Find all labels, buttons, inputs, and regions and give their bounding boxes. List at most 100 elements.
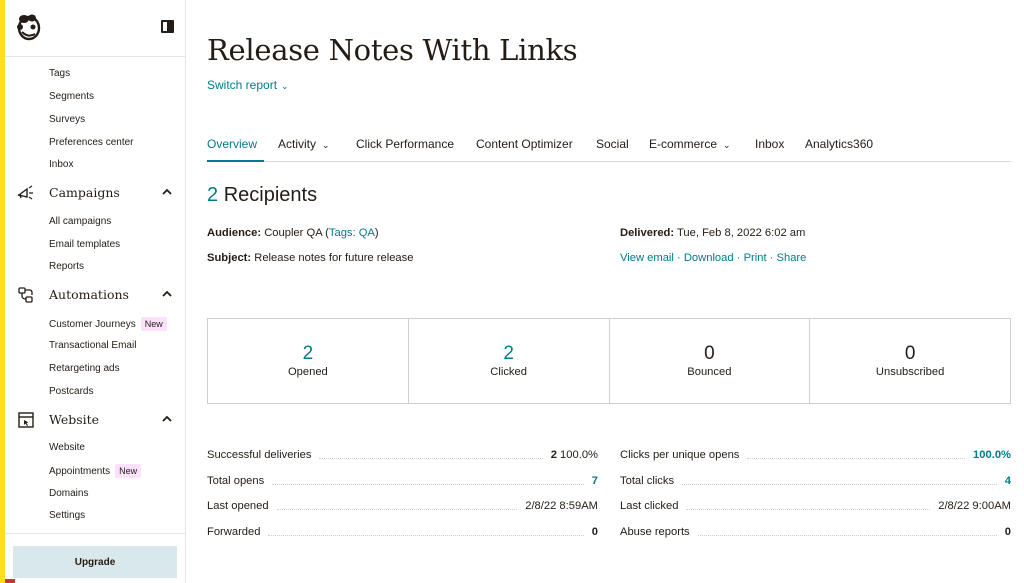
detail-label: Total clicks (620, 475, 675, 487)
new-badge: New (140, 317, 167, 331)
dotted-leader (747, 457, 966, 459)
chevron-down-icon: ⌄ (322, 140, 330, 150)
audience-label: Audience: (207, 227, 262, 239)
sidebar-item-domains[interactable]: Domains (49, 487, 88, 501)
stat-value: 0 (904, 343, 916, 364)
sidebar-item-label: Appointments (49, 466, 111, 477)
detail-label: Last clicked (620, 500, 679, 512)
sidebar-item-preferences-center[interactable]: Preferences center (49, 136, 134, 150)
tab-label: Click Performance (356, 137, 455, 151)
sidebar-divider (5, 533, 185, 534)
sidebar-item-transactional-email[interactable]: Transactional Email (49, 339, 136, 353)
upgrade-button[interactable]: Upgrade (13, 546, 177, 578)
stat-bounced: 0 Bounced (610, 319, 811, 403)
panel-toggle-icon[interactable] (161, 20, 174, 33)
share-link[interactable]: Share (777, 252, 807, 264)
sidebar-section-website[interactable]: Website (5, 408, 185, 432)
tab-e-commerce[interactable]: E-commerce ⌄ (649, 137, 731, 159)
sidebar-item-email-templates[interactable]: Email templates (49, 238, 120, 252)
dotted-leader (276, 508, 518, 510)
link-separator: · (673, 252, 684, 264)
tab-inbox[interactable]: Inbox (755, 137, 784, 159)
dotted-leader (272, 483, 584, 485)
switch-report-dropdown[interactable]: Switch report ⌄ (207, 78, 289, 92)
recipients-label: Recipients (223, 184, 318, 206)
mailchimp-logo-icon[interactable] (15, 12, 43, 42)
stat-clicked[interactable]: 2 Clicked (409, 319, 610, 403)
subject-value: Release notes for future release (254, 252, 414, 264)
sidebar-section-automations[interactable]: Automations (5, 283, 185, 307)
sidebar-item-inbox[interactable]: Inbox (49, 158, 73, 172)
link-separator: · (733, 252, 744, 264)
dotted-leader (686, 508, 931, 510)
sidebar-item-retargeting-ads[interactable]: Retargeting ads (49, 362, 120, 376)
subject-line: Subject: Release notes for future releas… (207, 252, 413, 264)
detail-value[interactable]: 7 (592, 475, 598, 487)
print-link[interactable]: Print (744, 252, 767, 264)
link-separator: · (766, 252, 777, 264)
stat-label: Opened (287, 366, 328, 378)
delivered-line: Delivered: Tue, Feb 8, 2022 6:02 am (620, 227, 805, 239)
sidebar-section-campaigns[interactable]: Campaigns (5, 181, 185, 205)
tab-analytics360[interactable]: Analytics360 (805, 137, 873, 159)
report-tabs: Overview Activity ⌄ Click Performance Con… (207, 130, 1011, 162)
tab-label: E-commerce (649, 137, 718, 151)
view-email-link[interactable]: View email (620, 252, 674, 264)
detail-forwarded: Forwarded 0 (207, 524, 598, 540)
sidebar-item-customer-journeys[interactable]: Customer Journeys New (49, 317, 167, 332)
sidebar-item-surveys[interactable]: Surveys (49, 113, 85, 127)
detail-last-clicked: Last clicked 2/8/22 9:00AM (620, 498, 1011, 514)
sidebar-item-all-campaigns[interactable]: All campaigns (49, 215, 111, 229)
tab-social[interactable]: Social (596, 137, 629, 159)
tab-label: Inbox (755, 137, 785, 151)
sidebar-header (5, 0, 185, 57)
sidebar-item-postcards[interactable]: Postcards (49, 385, 93, 399)
sidebar-item-reports[interactable]: Reports (49, 260, 84, 274)
dotted-leader (682, 483, 997, 485)
sidebar-section-label: Website (49, 412, 100, 427)
detail-value[interactable]: 100.0% (973, 449, 1011, 461)
audience-value: Coupler QA ( (264, 227, 329, 239)
stat-unsubscribed: 0 Unsubscribed (810, 319, 1010, 403)
stat-value[interactable]: 2 (409, 343, 609, 365)
chevron-up-icon[interactable] (161, 186, 173, 198)
delivered-value: Tue, Feb 8, 2022 6:02 am (677, 227, 806, 239)
audience-tags-link[interactable]: Tags: QA (329, 227, 375, 239)
detail-label: Total opens (207, 475, 265, 487)
tab-label: Overview (207, 137, 258, 151)
sidebar-item-website[interactable]: Website (49, 441, 85, 455)
tab-activity[interactable]: Activity ⌄ (278, 137, 330, 159)
new-badge: New (115, 464, 142, 478)
detail-label: Successful deliveries (207, 449, 312, 461)
tab-label: Activity (278, 137, 317, 151)
detail-label: Forwarded (207, 526, 261, 538)
sidebar-item-segments[interactable]: Segments (49, 90, 94, 104)
detail-total-clicks: Total clicks 4 (620, 473, 1011, 489)
sidebar-item-tags[interactable]: Tags (49, 67, 70, 81)
tab-overview[interactable]: Overview (207, 137, 257, 159)
chevron-up-icon[interactable] (161, 288, 173, 300)
detail-successful-deliveries: Successful deliveries 2 100.0% (207, 447, 598, 463)
sidebar-section-label: Automations (49, 287, 129, 302)
tab-click-performance[interactable]: Click Performance (356, 137, 454, 159)
detail-value: 2/8/22 8:59AM (525, 500, 598, 512)
sidebar-item-appointments[interactable]: Appointments New (49, 464, 142, 479)
detail-value-percent: 100.0% (560, 449, 598, 461)
detail-value: 0 (591, 526, 598, 538)
tab-label: Content Optimizer (476, 137, 573, 151)
detail-value: 2 100.0% (551, 449, 598, 461)
stat-label: Clicked (490, 366, 527, 378)
detail-label: Abuse reports (620, 526, 690, 538)
chevron-down-icon: ⌄ (281, 81, 289, 91)
detail-value[interactable]: 4 (1005, 475, 1011, 487)
stats-summary: 2 Opened 2 Clicked 0 Bounced 0 Unsubscri… (207, 318, 1011, 404)
tab-content-optimizer[interactable]: Content Optimizer (476, 137, 573, 159)
chevron-up-icon[interactable] (161, 413, 173, 425)
recipients-heading: 2 Recipients (207, 184, 317, 207)
tab-label: Social (596, 137, 629, 151)
detail-label: Last opened (207, 500, 269, 512)
download-link[interactable]: Download (684, 252, 734, 264)
sidebar-item-settings[interactable]: Settings (49, 509, 85, 523)
stat-opened[interactable]: 2 Opened (208, 319, 409, 403)
stat-value[interactable]: 2 (208, 343, 408, 365)
